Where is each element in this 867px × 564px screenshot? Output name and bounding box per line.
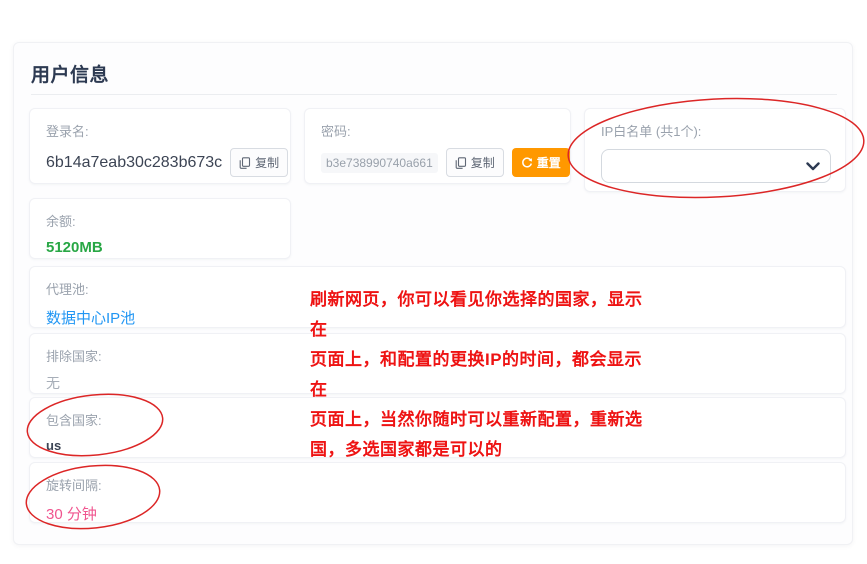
login-value: 6b14a7eab30c283b673c bbox=[46, 154, 222, 172]
annotation-text: 刷新网页，你可以看见你选择的国家，显示在 页面上，和配置的更换IP的时间，都会显… bbox=[310, 285, 655, 465]
balance-label: 余额: bbox=[46, 211, 274, 230]
annotation-line: 刷新网页，你可以看见你选择的国家，显示在 bbox=[310, 285, 655, 345]
login-label: 登录名: bbox=[46, 121, 274, 140]
reset-password-label: 重置 bbox=[537, 154, 561, 171]
login-box: 登录名: 6b14a7eab30c283b673c 复制 bbox=[29, 108, 291, 184]
title-divider bbox=[31, 94, 837, 95]
rotation-interval-value: 30 分钟 bbox=[46, 503, 829, 524]
copy-login-label: 复制 bbox=[255, 154, 279, 171]
password-label: 密码: bbox=[321, 121, 554, 140]
page-title: 用户信息 bbox=[31, 60, 109, 87]
reset-password-button[interactable]: 重置 bbox=[512, 148, 570, 177]
copy-icon bbox=[239, 157, 251, 169]
ip-whitelist-label: IP白名单 (共1个): bbox=[601, 121, 829, 140]
password-value: b3e738990740a661 bbox=[321, 153, 438, 173]
copy-password-button[interactable]: 复制 bbox=[446, 148, 504, 177]
copy-password-label: 复制 bbox=[471, 154, 495, 171]
annotation-line: 页面上，和配置的更换IP的时间，都会显示在 bbox=[310, 345, 655, 405]
refresh-icon bbox=[521, 157, 533, 169]
rotation-interval-row: 旋转间隔: 30 分钟 bbox=[29, 462, 846, 523]
copy-login-button[interactable]: 复制 bbox=[230, 148, 288, 177]
copy-icon bbox=[455, 157, 467, 169]
rotation-interval-label: 旋转间隔: bbox=[46, 475, 829, 494]
balance-value: 5120MB bbox=[46, 239, 274, 256]
ip-whitelist-box: IP白名单 (共1个): bbox=[584, 108, 846, 192]
screen: 用户信息 登录名: 6b14a7eab30c283b673c 复制 密码: b3… bbox=[0, 0, 867, 564]
password-box: 密码: b3e738990740a661 复制 重置 bbox=[304, 108, 571, 184]
balance-box: 余额: 5120MB bbox=[29, 198, 291, 259]
annotation-line: 国，多选国家都是可以的 bbox=[310, 435, 655, 465]
chevron-down-icon bbox=[806, 161, 820, 171]
annotation-line: 页面上，当然你随时可以重新配置，重新选 bbox=[310, 405, 655, 435]
ip-whitelist-select[interactable] bbox=[601, 149, 831, 183]
